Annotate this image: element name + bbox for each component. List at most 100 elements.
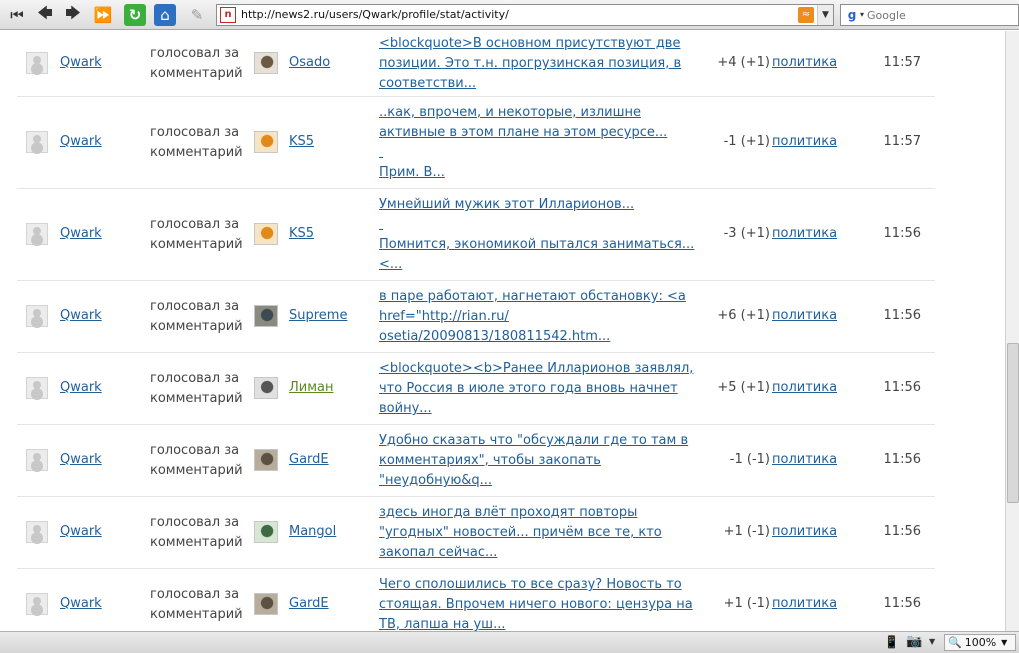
comment-line: ..как, впрочем, и некоторые, излишне — [379, 105, 642, 120]
camera-icon[interactable]: 📷 — [906, 634, 922, 649]
google-icon[interactable]: g — [844, 7, 860, 23]
comment-line: <... — [379, 257, 403, 272]
edit-icon[interactable]: ✎ — [186, 4, 208, 26]
time-text: 11:56 — [883, 226, 921, 241]
forward-icon[interactable]: 🡆 — [62, 4, 84, 26]
comment-line: соответстви... — [379, 76, 477, 91]
target-user-link[interactable]: KS5 — [289, 226, 314, 241]
user-avatar-icon[interactable] — [26, 593, 48, 615]
device-icon[interactable]: 📱 — [884, 635, 899, 649]
comment-link[interactable]: ..как, впрочем, и некоторые, излишне акти… — [379, 103, 709, 183]
target-user-link[interactable]: GardE — [289, 452, 329, 467]
camera-dropdown-icon[interactable]: ▼ — [929, 637, 935, 646]
comment-line: что Россия в июле этого года вновь начне… — [379, 381, 678, 396]
user-link[interactable]: Qwark — [60, 226, 102, 241]
rewind-icon[interactable]: ⏮ — [6, 4, 28, 26]
zoom-dropdown-icon[interactable]: ▼ — [1001, 638, 1007, 647]
action-text: голосовал за комментарий — [150, 515, 243, 550]
target-avatar-icon[interactable] — [254, 449, 278, 471]
home-icon[interactable]: ⌂ — [154, 4, 176, 26]
activity-list: Qwark голосовал за комментарий Osado <block… — [0, 31, 1005, 631]
category-link[interactable]: политика — [772, 596, 852, 611]
rss-icon[interactable]: ≈ — [798, 7, 814, 23]
user-link[interactable]: Qwark — [60, 524, 102, 539]
search-box[interactable]: g ▾ — [840, 4, 1019, 26]
user-avatar-icon[interactable] — [26, 52, 48, 74]
target-user-link[interactable]: Лиман — [289, 380, 334, 395]
user-link[interactable]: Qwark — [60, 452, 102, 467]
category-link[interactable]: политика — [772, 226, 852, 241]
target-user-link[interactable]: GardE — [289, 596, 329, 611]
url-dropdown-icon[interactable]: ▼ — [817, 5, 833, 25]
comment-link[interactable]: <blockquote>В основном присутствуют две п… — [379, 34, 709, 94]
url-text[interactable]: http://news2.ru/users/Qwark/profile/stat… — [241, 8, 509, 21]
zoom-control[interactable]: 🔍 100% ▼ — [944, 634, 1016, 651]
target-user-link[interactable]: KS5 — [289, 134, 314, 149]
comment-line: Чего сполошились то все сразу? Новость т… — [379, 577, 682, 592]
site-favicon: n — [220, 7, 236, 23]
vertical-scrollbar[interactable] — [1005, 31, 1019, 631]
user-link[interactable]: Qwark — [60, 308, 102, 323]
address-bar[interactable]: n http://news2.ru/users/Qwark/profile/st… — [216, 4, 834, 26]
category-link[interactable]: политика — [772, 134, 852, 149]
reload-icon[interactable]: ↻ — [124, 4, 146, 26]
time-text: 11:57 — [883, 134, 921, 149]
user-link[interactable]: Qwark — [60, 134, 102, 149]
user-link[interactable]: Qwark — [60, 380, 102, 395]
search-engine-dropdown-icon[interactable]: ▾ — [860, 7, 864, 23]
target-avatar-icon[interactable] — [254, 593, 278, 615]
user-avatar-icon[interactable] — [26, 377, 48, 399]
category-link[interactable]: политика — [772, 308, 852, 323]
time-text: 11:57 — [883, 55, 921, 70]
time-text: 11:56 — [883, 452, 921, 467]
comment-link[interactable]: Удобно сказать что "обсуждали где то там… — [379, 431, 709, 491]
action-text: голосовал за комментарий — [150, 299, 243, 334]
status-bar: 📱 📷 ▼ 🔍 100% ▼ — [0, 631, 1019, 653]
comment-line: здесь иногда влёт проходят повторы — [379, 505, 638, 520]
table-row: Qwark голосовал за комментарий Лиман <block… — [17, 353, 935, 425]
target-avatar-icon[interactable] — [254, 521, 278, 543]
comment-link[interactable]: здесь иногда влёт проходят повторы "угодн… — [379, 503, 709, 563]
category-link[interactable]: политика — [772, 380, 852, 395]
comment-link[interactable]: Умнейший мужик этот Илларионов... Помнит… — [379, 195, 709, 275]
user-avatar-icon[interactable] — [26, 131, 48, 153]
target-avatar-icon[interactable] — [254, 223, 278, 245]
comment-line: "угодных" новостей... причём все те, кто — [379, 525, 662, 540]
user-avatar-icon[interactable] — [26, 223, 48, 245]
comment-line: ТВ, лапша на уш... — [379, 617, 506, 631]
comment-line: href="http://rian.ru/ — [379, 309, 509, 324]
user-link[interactable]: Qwark — [60, 596, 102, 611]
time-text: 11:56 — [883, 596, 921, 611]
target-avatar-icon[interactable] — [254, 305, 278, 327]
zoom-level: 100% — [964, 636, 997, 649]
user-avatar-icon[interactable] — [26, 521, 48, 543]
target-user-link[interactable]: Supreme — [289, 308, 347, 323]
score-text: -1 (+1) — [723, 134, 770, 149]
category-link[interactable]: политика — [772, 55, 852, 70]
target-avatar-icon[interactable] — [254, 52, 278, 74]
user-avatar-icon[interactable] — [26, 449, 48, 471]
scrollbar-thumb[interactable] — [1007, 343, 1019, 503]
comment-link[interactable]: Чего сполошились то все сразу? Новость т… — [379, 575, 709, 631]
target-user-link[interactable]: Mangol — [289, 524, 336, 539]
score-text: +5 (+1) — [717, 380, 770, 395]
fast-forward-icon[interactable]: ⏩ — [92, 4, 114, 26]
user-avatar-icon[interactable] — [26, 305, 48, 327]
action-text: голосовал за комментарий — [150, 125, 243, 160]
comment-line: "неудобную&q... — [379, 473, 493, 488]
target-avatar-icon[interactable] — [254, 377, 278, 399]
comment-line: Помнится, экономикой пытался заниматься.… — [379, 237, 695, 252]
comment-line: <blockquote><b>Ранее Илларионов заявлял, — [379, 361, 694, 376]
action-text: голосовал за комментарий — [150, 443, 243, 478]
user-link[interactable]: Qwark — [60, 55, 102, 70]
target-user-link[interactable]: Osado — [289, 55, 330, 70]
category-link[interactable]: политика — [772, 452, 852, 467]
target-avatar-icon[interactable] — [254, 131, 278, 153]
back-icon[interactable]: 🡄 — [34, 4, 56, 26]
search-input[interactable] — [867, 6, 1015, 24]
score-text: +1 (-1) — [723, 596, 770, 611]
comment-link[interactable]: <blockquote><b>Ранее Илларионов заявлял,… — [379, 359, 709, 419]
category-link[interactable]: политика — [772, 524, 852, 539]
score-text: +6 (+1) — [717, 308, 770, 323]
comment-link[interactable]: в паре работают, нагнетают обстановку: <… — [379, 287, 709, 347]
